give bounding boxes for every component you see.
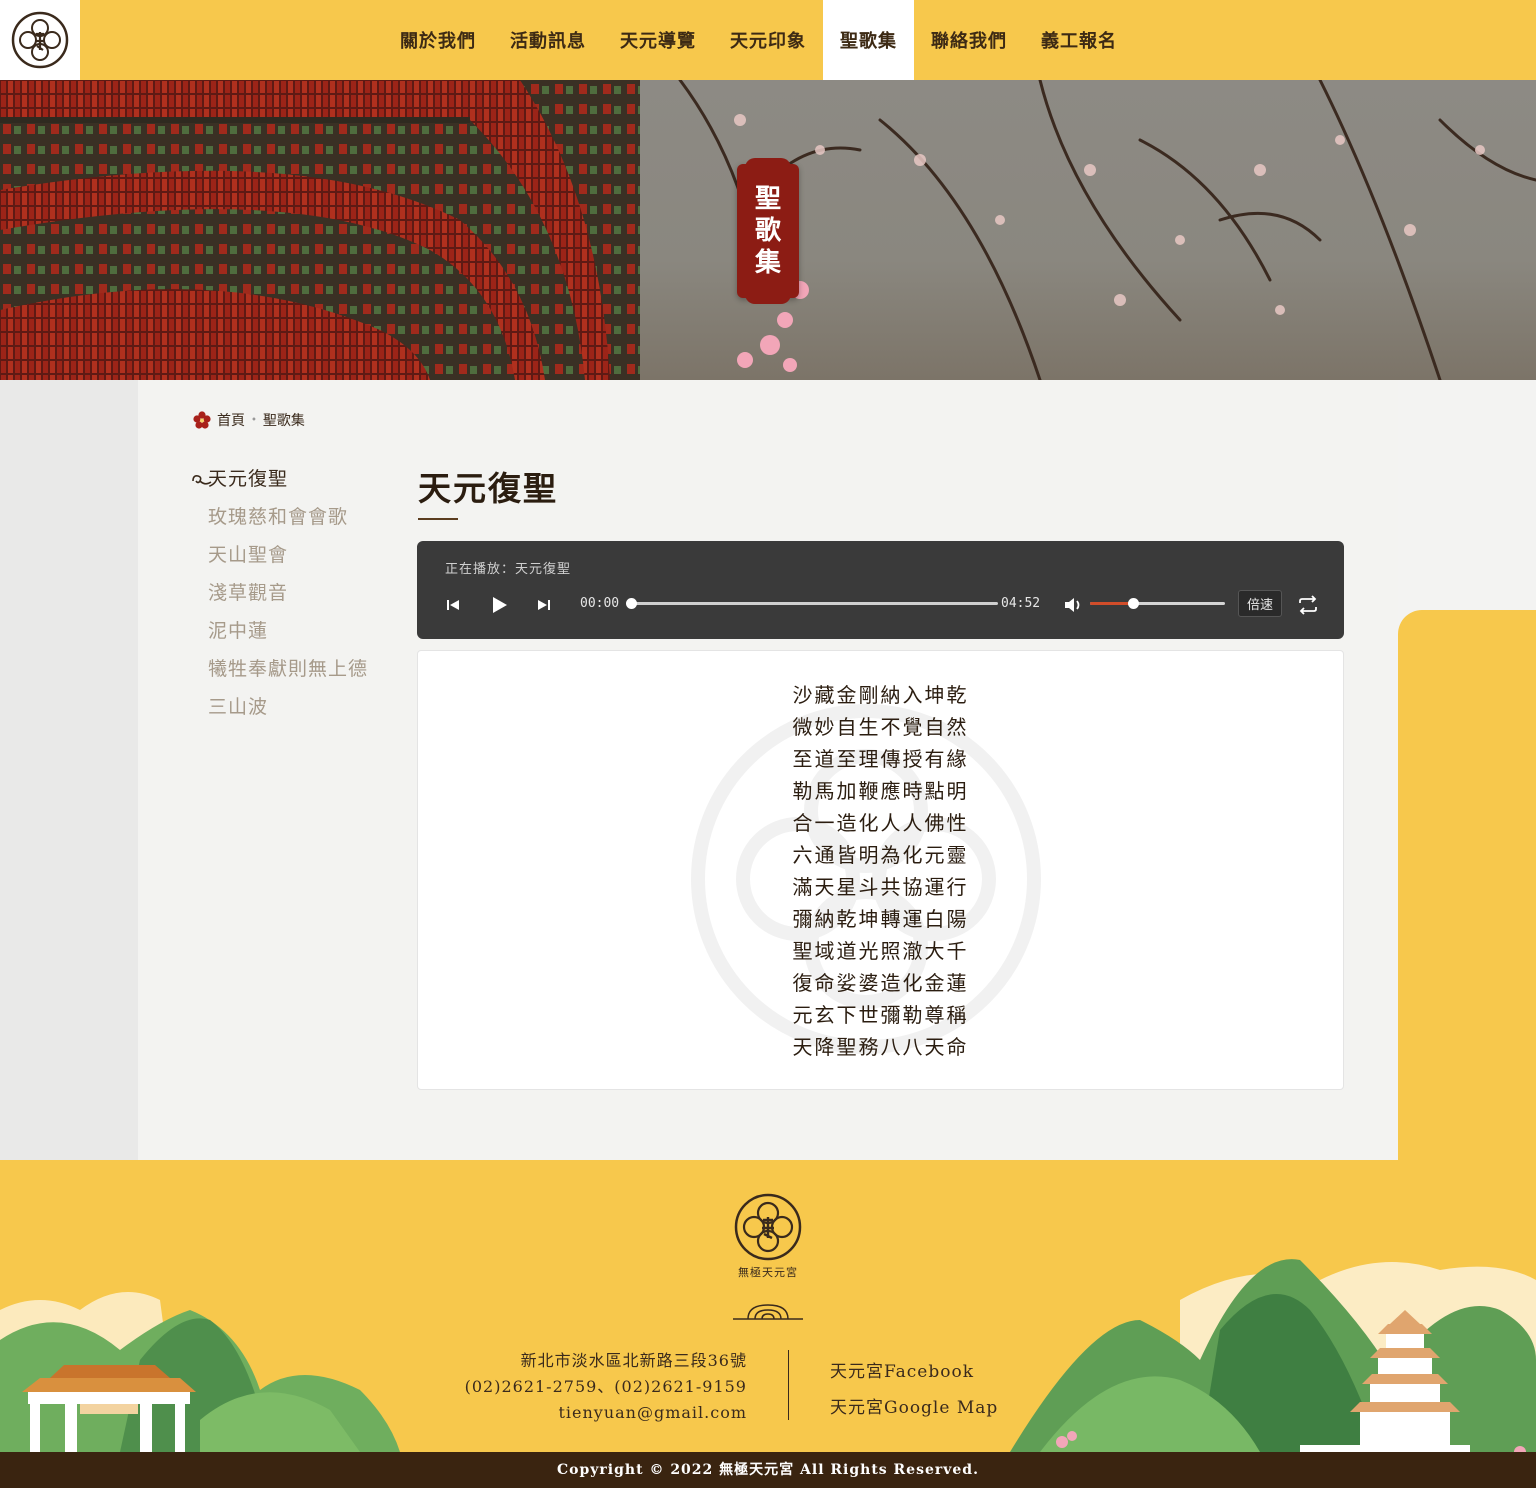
lyric-line: 天降聖務八八天命	[792, 1035, 969, 1059]
sidebar-item-label: 天元復聖	[208, 468, 289, 490]
lyric-line: 滿天星斗共協運行	[792, 875, 969, 899]
nav-item-volunteer[interactable]: 義工報名	[1024, 0, 1134, 80]
main-nav: 關於我們 活動訊息 天元導覽 天元印象 聖歌集 聯絡我們 義工報名	[383, 0, 1134, 80]
duration-time: 04:52	[1001, 596, 1041, 611]
sidebar-item-tianshan[interactable]: 天山聖會	[193, 541, 393, 579]
sidebar-item-sanshan-wave[interactable]: 三山波	[193, 693, 393, 731]
nav-item-about[interactable]: 關於我們	[383, 0, 493, 80]
lyric-line: 勒馬加鞭應時點明	[792, 779, 969, 803]
next-track-button[interactable]	[532, 593, 556, 617]
volume-knob[interactable]	[1128, 598, 1140, 609]
nav-item-impressions[interactable]: 天元印象	[713, 0, 823, 80]
volume-icon	[1065, 598, 1080, 612]
nav-item-hymns[interactable]: 聖歌集	[823, 0, 914, 80]
mute-button[interactable]	[1061, 593, 1085, 617]
volume-slider[interactable]	[1090, 598, 1225, 609]
sidebar-item-tianyuan-fusheng[interactable]: 天元復聖	[192, 465, 393, 503]
footer-logo-icon	[734, 1193, 802, 1261]
lyric-line: 聖域道光照澈大千	[792, 939, 969, 963]
lyric-line: 六通皆明為化元靈	[792, 843, 969, 867]
footer-brand-name: 無極天元宮	[738, 1266, 798, 1279]
footer-email[interactable]: tienyuan@gmail.com	[465, 1400, 747, 1426]
lyric-line: 合一造化人人佛性	[792, 811, 969, 835]
footer-links: 天元宮Facebook 天元宮Google Map	[830, 1354, 998, 1426]
sidebar-nav: 天元復聖 玫瑰慈和會會歌 天山聖會 淺草觀音 泥中蓮 犧牲奉獻則無上德 三山波	[192, 465, 393, 731]
hero-title-char: 聖	[754, 184, 781, 214]
top-navbar: 關於我們 活動訊息 天元導覽 天元印象 聖歌集 聯絡我們 義工報名	[0, 0, 1536, 80]
plum-flower-icon	[193, 411, 211, 429]
nav-item-contact[interactable]: 聯絡我們	[914, 0, 1024, 80]
repeat-button[interactable]	[1296, 593, 1320, 617]
breadcrumb: 首頁 • 聖歌集	[193, 410, 305, 430]
cloud-swirl-icon	[192, 475, 212, 485]
cloud-ornament-icon	[733, 1304, 803, 1320]
current-time: 00:00	[580, 596, 620, 611]
lyric-line: 沙藏金剛納入坤乾	[792, 683, 969, 707]
lyric-line: 復命娑婆造化金蓮	[792, 971, 969, 995]
repeat-icon	[1299, 595, 1317, 615]
lyric-line: 微妙自生不覺自然	[792, 715, 969, 739]
previous-track-button[interactable]	[441, 593, 465, 617]
lyric-line: 元玄下世彌勒尊稱	[792, 1003, 969, 1027]
nav-item-guide[interactable]: 天元導覽	[603, 0, 713, 80]
hero-title-char: 集	[754, 248, 781, 278]
audio-player: 正在播放：天元復聖 00:00 04:52 倍速	[417, 541, 1344, 639]
lyric-line: 彌納乾坤轉運白陽	[792, 907, 969, 931]
progress-knob[interactable]	[626, 598, 637, 609]
progress-bar[interactable]	[626, 598, 998, 609]
volume-fill	[1090, 602, 1134, 605]
skip-forward-icon	[538, 600, 550, 610]
play-button[interactable]	[487, 593, 511, 617]
facebook-link[interactable]: 天元宮Facebook	[830, 1354, 998, 1390]
nav-item-events[interactable]: 活動訊息	[493, 0, 603, 80]
title-underline	[418, 518, 458, 520]
site-logo[interactable]	[0, 0, 80, 80]
google-map-link[interactable]: 天元宮Google Map	[830, 1390, 998, 1426]
playback-speed-button[interactable]: 倍速	[1238, 590, 1282, 617]
page-title: 天元復聖	[418, 469, 558, 508]
play-icon	[493, 597, 507, 613]
copyright-bar: Copyright © 2022 無極天元宮 All Rights Reserv…	[0, 1452, 1536, 1488]
skip-back-icon	[447, 600, 459, 610]
breadcrumb-current: 聖歌集	[262, 413, 305, 429]
left-decor-band	[0, 380, 138, 1160]
lyric-line: 至道至理傳授有緣	[792, 747, 969, 771]
sidebar-item-asakusa-guanyin[interactable]: 淺草觀音	[193, 579, 393, 617]
breadcrumb-separator: •	[251, 414, 257, 426]
lyrics-text: 沙藏金剛納入坤乾 微妙自生不覺自然 至道至理傳授有緣 勒馬加鞭應時點明 合一造化…	[418, 679, 1343, 1063]
footer-phone: (02)2621-2759、(02)2621-9159	[464, 1377, 747, 1396]
sidebar-item-sacrifice[interactable]: 犧牲奉獻則無上德	[193, 655, 393, 693]
footer-address: 新北市淡水區北新路三段36號	[520, 1351, 747, 1370]
hero-title-tag: 聖 歌 集	[737, 158, 799, 304]
lyrics-panel: 沙藏金剛納入坤乾 微妙自生不覺自然 至道至理傳授有緣 勒馬加鞭應時點明 合一造化…	[417, 650, 1344, 1090]
flower-logo-icon	[11, 11, 69, 69]
breadcrumb-home[interactable]: 首頁	[217, 410, 245, 430]
temple-roof-image	[0, 80, 640, 380]
site-footer: 無極天元宮 新北市淡水區北新路三段36號 (02)2621-2759、(02)2…	[0, 1160, 1536, 1488]
hero-banner: 聖 歌 集	[0, 80, 1536, 380]
footer-contact-info: 新北市淡水區北新路三段36號 (02)2621-2759、(02)2621-91…	[465, 1348, 747, 1426]
footer-divider	[788, 1350, 789, 1420]
hero-title-char: 歌	[754, 216, 781, 246]
right-decor-band	[1398, 610, 1536, 1170]
sidebar-item-rose-anthem[interactable]: 玫瑰慈和會會歌	[193, 503, 393, 541]
sidebar-item-lotus-in-mud[interactable]: 泥中蓮	[193, 617, 393, 655]
now-playing-text: 正在播放：天元復聖	[445, 562, 572, 577]
